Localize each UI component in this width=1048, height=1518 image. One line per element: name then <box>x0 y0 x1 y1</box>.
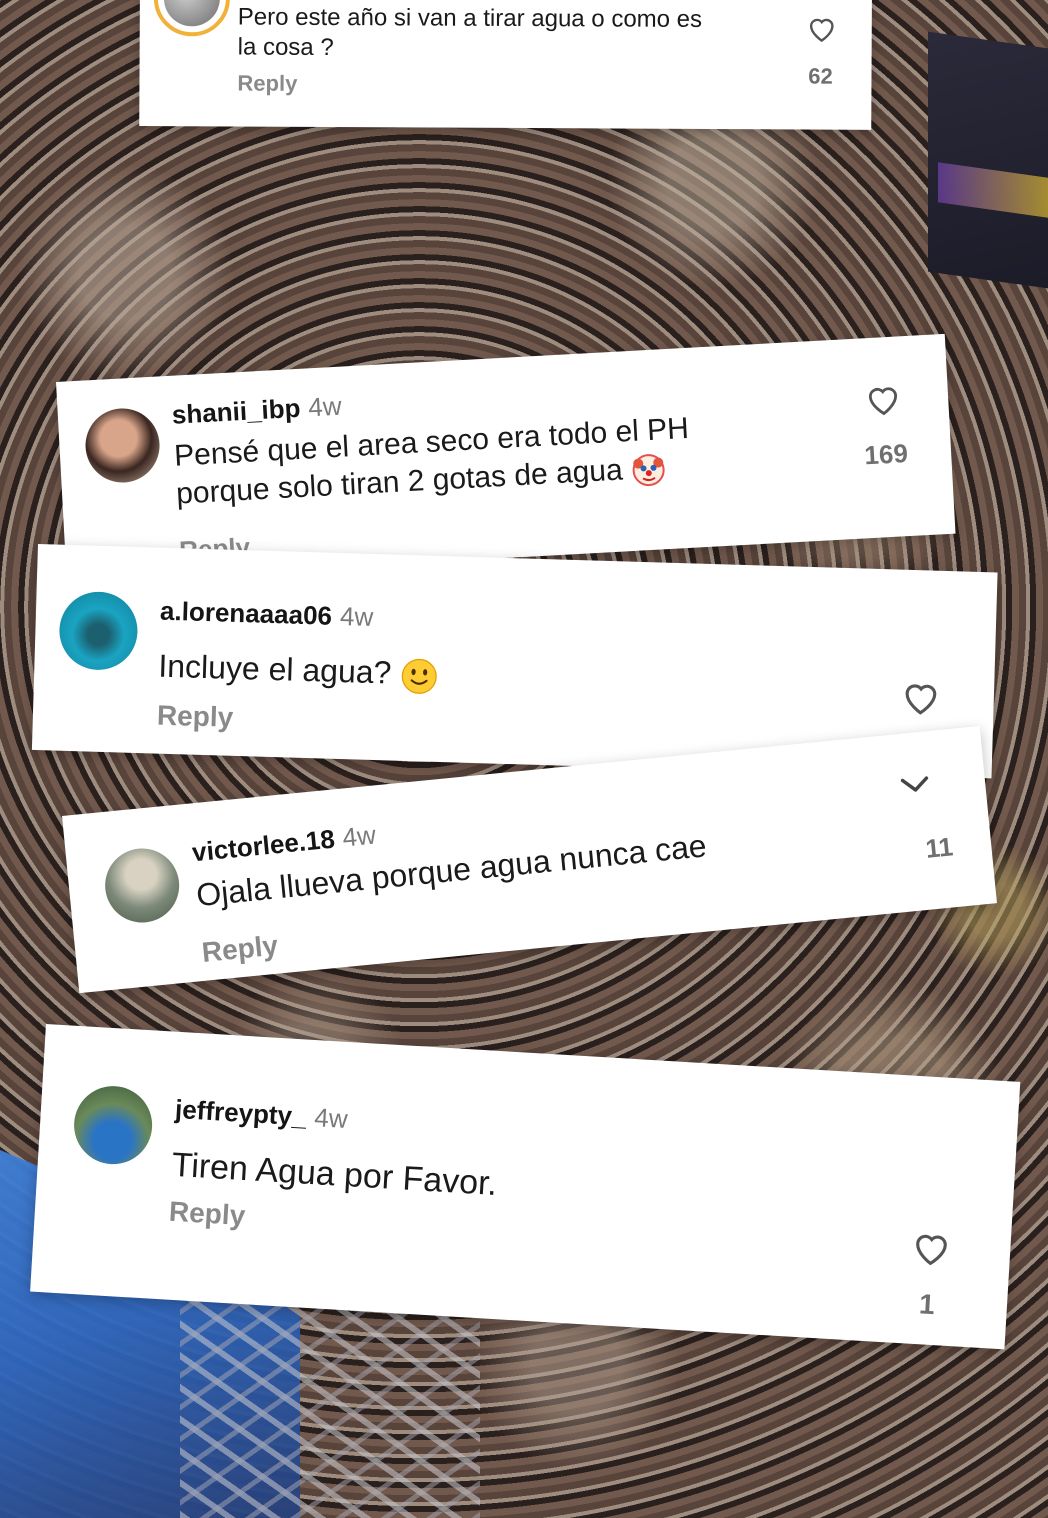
slightly-smiling-face-icon <box>401 658 437 694</box>
like-count: 11 <box>924 831 955 864</box>
heart-outline-icon[interactable] <box>899 678 942 717</box>
comment-text: Pero este año si van a tirar agua o como… <box>237 3 703 62</box>
reply-button[interactable]: Reply <box>168 1196 246 1232</box>
like-count: 62 <box>808 63 833 89</box>
username[interactable]: shanii_ibp 4w <box>171 391 342 431</box>
comment-card: Pero este año si van a tirar agua o como… <box>139 0 872 130</box>
avatar[interactable] <box>101 845 183 926</box>
heart-outline-icon[interactable] <box>806 13 838 43</box>
avatar[interactable] <box>83 406 162 485</box>
like-count: 169 <box>863 438 909 471</box>
comment-text: Tiren Agua por Favor. <box>170 1145 499 1203</box>
comment-text: Incluye el agua? <box>158 646 439 696</box>
clown-face-icon <box>632 454 665 487</box>
avatar[interactable] <box>153 0 231 37</box>
metal-truss <box>180 1300 480 1518</box>
reply-button[interactable]: Reply <box>237 71 297 97</box>
avatar[interactable] <box>71 1083 155 1167</box>
heart-outline-icon[interactable] <box>863 380 903 418</box>
heart-outline-icon[interactable] <box>909 1228 953 1268</box>
username[interactable]: a.lorenaaaa06 4w <box>160 596 374 633</box>
reply-button[interactable]: Reply <box>200 930 279 969</box>
avatar[interactable] <box>58 590 139 671</box>
like-count: 1 <box>918 1288 936 1321</box>
chevron-down-icon[interactable] <box>898 773 932 796</box>
reply-button[interactable]: Reply <box>156 700 234 734</box>
stage-structure <box>928 31 1048 289</box>
username[interactable]: jeffreypty_ 4w <box>174 1094 348 1135</box>
